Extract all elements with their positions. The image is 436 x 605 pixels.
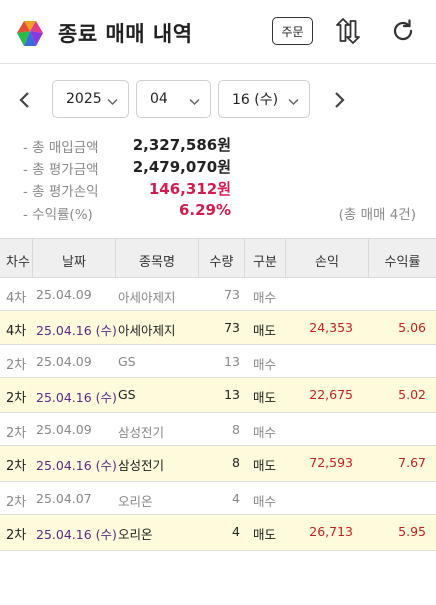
col-header-profit: 손익	[315, 255, 339, 270]
row-rate: 5.02	[398, 387, 426, 402]
row-date: 25.04.16 (수)	[36, 458, 117, 473]
col-header-rate: 수익률	[384, 255, 421, 270]
row-stock-name: 삼성전기	[118, 425, 165, 440]
chevron-down-icon	[288, 94, 299, 110]
app-logo-icon	[16, 20, 44, 48]
month-value: 04	[150, 91, 168, 107]
row-type: 매도	[253, 458, 277, 473]
row-profit: 26,713	[309, 524, 353, 539]
table-header: 차수 날짜 종목명 수량 구분 손익 수익률	[0, 238, 436, 278]
total-valuation-value: 2,479,070원	[132, 158, 231, 176]
table-row[interactable]: 4차 25.04.16 (수) 아세아제지 73 매도 24,353 5.06	[0, 311, 436, 345]
row-rank: 2차	[6, 528, 27, 543]
row-stock-name: 오리온	[118, 494, 153, 509]
col-header-type: 구분	[253, 255, 277, 270]
row-qty: 4	[232, 491, 240, 506]
col-header-name: 종목명	[139, 255, 175, 270]
row-stock-name: GS	[118, 387, 136, 402]
row-rank: 2차	[6, 358, 27, 373]
row-qty: 13	[224, 387, 240, 402]
total-valuation-label: - 총 평가금액	[23, 162, 99, 178]
year-value: 2025	[66, 91, 102, 107]
row-qty: 8	[232, 455, 240, 470]
day-select[interactable]: 16 (수)	[218, 80, 310, 118]
row-date: 25.04.09	[36, 354, 92, 369]
total-profit-value: 146,312원	[148, 180, 231, 198]
row-type: 매도	[253, 323, 277, 338]
chevron-down-icon	[107, 94, 118, 110]
row-type: 매도	[253, 390, 277, 405]
table-row[interactable]: 2차 25.04.16 (수) 삼성전기 8 매도 72,593 7.67	[0, 446, 436, 482]
row-rate: 7.67	[398, 455, 426, 470]
row-rank: 2차	[6, 391, 27, 406]
col-header-rank: 차수	[6, 255, 30, 270]
table-row[interactable]: 2차 25.04.16 (수) GS 13 매도 22,675 5.02	[0, 378, 436, 413]
total-purchase-label: - 총 매입금액	[23, 140, 99, 156]
row-qty: 13	[224, 354, 240, 369]
sort-swap-icon[interactable]	[333, 16, 363, 46]
row-qty: 8	[232, 422, 240, 437]
return-rate-label: - 수익률(%)	[23, 207, 93, 223]
row-rank: 4차	[6, 291, 27, 306]
table-row[interactable]: 2차 25.04.07 오리온 4 매수	[0, 482, 436, 515]
row-profit: 24,353	[309, 320, 353, 335]
app-header: 종료 매매 내역 주문	[0, 0, 436, 64]
total-profit-label: - 총 평가손익	[23, 184, 99, 200]
row-date: 25.04.16 (수)	[36, 323, 117, 338]
total-valuation-row: - 총 평가금액 2,479,070원	[0, 156, 436, 178]
row-date: 25.04.09	[36, 422, 92, 437]
row-rank: 2차	[6, 426, 27, 441]
row-stock-name: GS	[118, 354, 136, 369]
next-date-chevron-right-icon[interactable]	[330, 88, 350, 112]
table-row[interactable]: 2차 25.04.16 (수) 오리온 4 매도 26,713 5.95	[0, 515, 436, 551]
table-row[interactable]: 4차 25.04.09 아세아제지 73 매수	[0, 278, 436, 311]
row-stock-name: 삼성전기	[118, 458, 165, 473]
col-header-date: 날짜	[62, 255, 86, 270]
row-date: 25.04.07	[36, 491, 92, 506]
table-row[interactable]: 2차 25.04.09 GS 13 매수	[0, 345, 436, 378]
row-rank: 2차	[6, 495, 27, 510]
row-stock-name: 아세아제지	[118, 323, 176, 338]
row-type: 매수	[253, 290, 277, 305]
row-rate: 5.06	[398, 320, 426, 335]
row-type: 매수	[253, 494, 277, 509]
order-button[interactable]: 주문	[272, 17, 313, 45]
row-type: 매수	[253, 425, 277, 440]
return-rate-row: - 수익률(%) 6.29% (총 매매 4건)	[0, 201, 436, 223]
row-qty: 73	[224, 320, 240, 335]
row-date: 25.04.16 (수)	[36, 527, 117, 542]
total-purchase-value: 2,327,586원	[132, 136, 231, 154]
month-select[interactable]: 04	[136, 80, 211, 118]
table-row[interactable]: 2차 25.04.09 삼성전기 8 매수	[0, 413, 436, 446]
row-rank: 2차	[6, 459, 27, 474]
trade-count: (총 매매 4건)	[338, 207, 416, 223]
row-rank: 4차	[6, 324, 27, 339]
row-date: 25.04.16 (수)	[36, 390, 117, 405]
day-value: 16 (수)	[232, 92, 279, 108]
total-profit-row: - 총 평가손익 146,312원	[0, 178, 436, 200]
total-purchase-row: - 총 매입금액 2,327,586원	[0, 134, 436, 156]
chevron-down-icon	[189, 94, 200, 110]
row-type: 매도	[253, 527, 277, 542]
page-title: 종료 매매 내역	[58, 22, 193, 46]
year-select[interactable]: 2025	[52, 80, 129, 118]
prev-date-chevron-left-icon[interactable]	[14, 88, 34, 112]
row-qty: 4	[232, 524, 240, 539]
refresh-icon[interactable]	[388, 16, 418, 46]
row-stock-name: 오리온	[118, 527, 153, 542]
date-selector: 2025 04 16 (수)	[0, 80, 436, 120]
row-qty: 73	[224, 287, 240, 302]
row-date: 25.04.09	[36, 287, 92, 302]
row-profit: 22,675	[309, 387, 353, 402]
row-rate: 5.95	[398, 524, 426, 539]
row-profit: 72,593	[309, 455, 353, 470]
col-header-qty: 수량	[209, 255, 234, 270]
row-stock-name: 아세아제지	[118, 290, 176, 305]
return-rate-value: 6.29%	[178, 201, 231, 219]
row-type: 매수	[253, 357, 277, 372]
